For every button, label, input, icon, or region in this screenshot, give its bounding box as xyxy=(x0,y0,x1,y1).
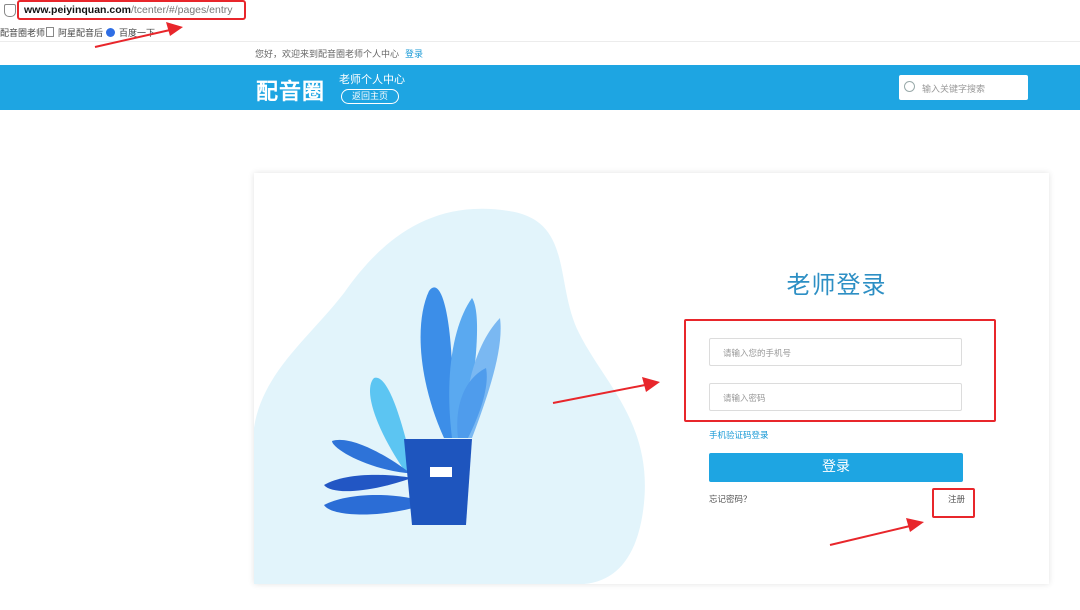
welcome-strip: 您好，欢迎来到配音圈老师个人中心 登录 xyxy=(255,47,423,60)
bookmark-label: 配音圈老师 xyxy=(0,29,46,39)
welcome-login-link[interactable]: 登录 xyxy=(405,50,423,60)
page-icon xyxy=(46,27,54,37)
site-logo[interactable]: 配音圈 xyxy=(256,74,325,106)
welcome-text: 您好，欢迎来到配音圈老师个人中心 xyxy=(255,50,400,60)
baidu-paw-icon xyxy=(106,28,115,37)
sms-login-link[interactable]: 手机验证码登录 xyxy=(709,429,769,441)
search-box[interactable]: 输入关键字搜索 xyxy=(899,75,1028,100)
bookmark-item[interactable]: 配音圈老师 xyxy=(0,26,45,39)
login-button[interactable]: 登录 xyxy=(709,453,963,482)
bookmark-label: 阿星配音后 xyxy=(58,29,104,39)
search-icon xyxy=(904,81,915,92)
bookmark-item[interactable]: 百度一下 xyxy=(106,26,155,39)
plant-illustration xyxy=(254,208,645,584)
center-title: 老师个人中心 xyxy=(339,73,405,86)
register-highlight-box xyxy=(932,488,975,518)
login-title: 老师登录 xyxy=(786,271,887,299)
shield-icon xyxy=(4,4,16,17)
url-highlight-box xyxy=(17,0,246,20)
inputs-highlight-box xyxy=(684,319,996,422)
bookmark-item[interactable]: 阿星配音后 xyxy=(46,26,103,39)
bookmarks-bar: 配音圈老师 阿星配音后 百度一下 xyxy=(0,22,1080,42)
back-home-button[interactable]: 返回主页 xyxy=(341,89,399,104)
site-header: 配音圈 老师个人中心 返回主页 输入关键字搜索 xyxy=(0,65,1080,110)
forgot-password-link[interactable]: 忘记密码？ xyxy=(709,493,752,505)
bookmark-label: 百度一下 xyxy=(119,29,156,39)
search-input[interactable]: 输入关键字搜索 xyxy=(922,82,985,95)
